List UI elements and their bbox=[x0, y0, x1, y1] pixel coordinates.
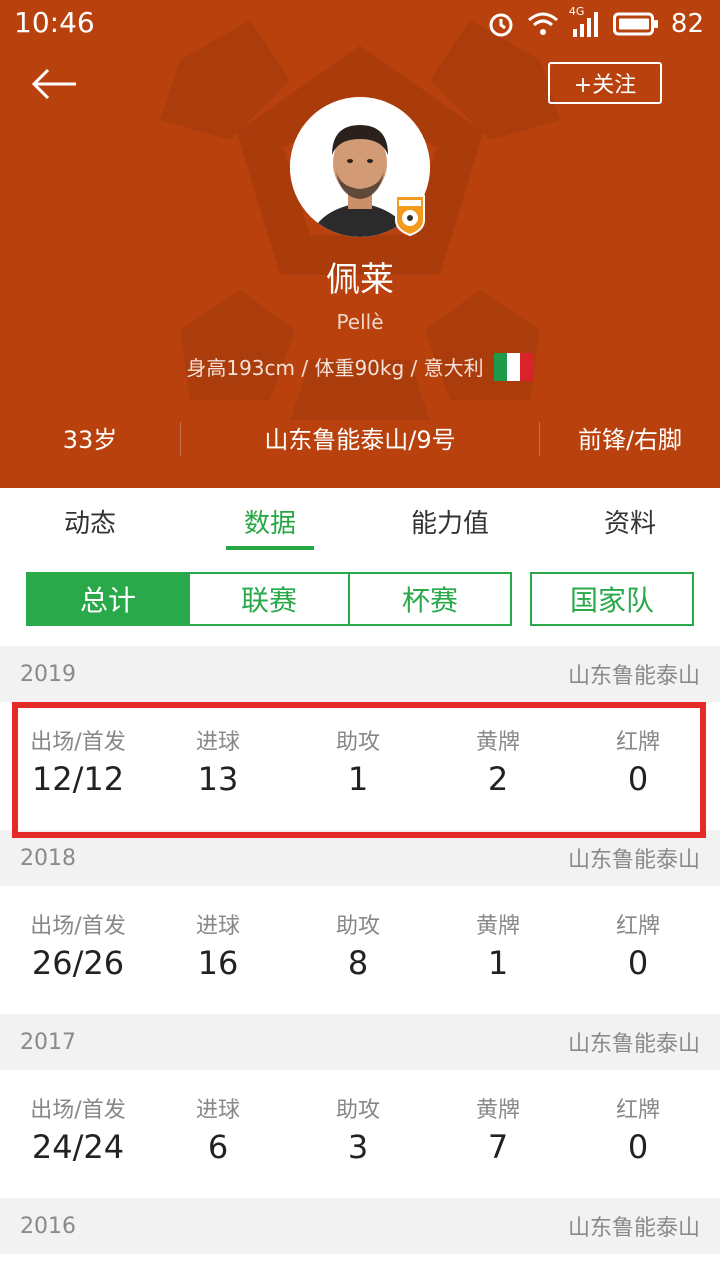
stat-value-assists: 8 bbox=[347, 944, 369, 982]
season-club: 山东鲁能泰山 bbox=[567, 848, 700, 873]
player-info-text: 身高193cm / 体重90kg / 意大利 bbox=[186, 356, 484, 380]
segment-total[interactable]: 总计 bbox=[26, 572, 190, 626]
player-name: 佩莱 bbox=[326, 260, 394, 300]
season-header: 2017 山东鲁能泰山 bbox=[0, 1014, 720, 1070]
season-year: 2017 bbox=[20, 1029, 76, 1055]
season-header: 2019 山东鲁能泰山 bbox=[0, 646, 720, 702]
segment-cup[interactable]: 杯赛 bbox=[348, 572, 512, 626]
stat-label-red-cards: 红牌 bbox=[615, 1098, 660, 1123]
stat-label-red-cards: 红牌 bbox=[615, 914, 660, 939]
segment-national-team[interactable]: 国家队 bbox=[530, 572, 694, 626]
season-stats-row: 出场/首发 26/26 进球 16 助攻 8 黄牌 1 红牌 0 bbox=[0, 886, 720, 1014]
profile-tabs: 动态 数据 能力值 资料 bbox=[0, 488, 720, 554]
back-button[interactable] bbox=[28, 62, 80, 106]
status-bar: 10:46 4G 82 bbox=[0, 0, 720, 48]
active-tab-indicator bbox=[226, 546, 314, 550]
stat-label-goals: 进球 bbox=[195, 914, 240, 939]
club-badge-icon bbox=[394, 194, 426, 237]
stat-label-yellow-cards: 黄牌 bbox=[475, 1098, 520, 1123]
season-stats-row: 出场/首发 24/24 进球 6 助攻 3 黄牌 7 红牌 0 bbox=[0, 1070, 720, 1198]
battery-level: 82 bbox=[670, 9, 704, 39]
battery-icon bbox=[612, 12, 659, 36]
stat-label-assists: 助攻 bbox=[335, 1098, 380, 1123]
player-summary-row: 33岁 山东鲁能泰山/9号 前锋/右脚 bbox=[0, 410, 720, 464]
status-time: 10:46 bbox=[14, 6, 95, 39]
stat-value-appearances: 24/24 bbox=[31, 1128, 125, 1166]
stat-label-appearances: 出场/首发 bbox=[30, 1098, 126, 1123]
player-info: 身高193cm / 体重90kg / 意大利 bbox=[0, 352, 720, 381]
player-age: 33岁 bbox=[62, 425, 118, 454]
stat-value-assists: 3 bbox=[347, 1128, 369, 1166]
stat-value-goals: 6 bbox=[207, 1128, 229, 1166]
italy-flag-icon bbox=[493, 352, 534, 381]
stat-value-red-cards: 0 bbox=[627, 944, 649, 982]
season-header: 2018 山东鲁能泰山 bbox=[0, 830, 720, 886]
tab-data[interactable]: 数据 bbox=[180, 488, 360, 554]
player-position-foot: 前锋/右脚 bbox=[577, 425, 683, 454]
alarm-icon bbox=[487, 10, 515, 38]
season-year: 2016 bbox=[20, 1213, 76, 1239]
stat-value-yellow-cards: 7 bbox=[487, 1128, 509, 1166]
stat-value-appearances: 26/26 bbox=[31, 944, 125, 982]
stat-value-goals: 16 bbox=[197, 944, 239, 982]
stat-value-red-cards: 0 bbox=[627, 1128, 649, 1166]
stat-label-yellow-cards: 黄牌 bbox=[475, 914, 520, 939]
stat-label-goals: 进球 bbox=[195, 1098, 240, 1123]
player-header: 10:46 4G 82 +关注 佩莱 Pellè 身高193cm / 体重90k… bbox=[0, 0, 720, 488]
season-header: 2016 山东鲁能泰山 bbox=[0, 1198, 720, 1254]
season-year: 2018 bbox=[20, 845, 76, 871]
stat-label-assists: 助攻 bbox=[335, 914, 380, 939]
stat-label-appearances: 出场/首发 bbox=[30, 914, 126, 939]
follow-button[interactable]: +关注 bbox=[548, 62, 662, 104]
stat-value-yellow-cards: 1 bbox=[487, 944, 509, 982]
season-club: 山东鲁能泰山 bbox=[567, 1216, 700, 1241]
competition-filter: 总计 联赛 杯赛 国家队 bbox=[26, 572, 694, 626]
tab-profile[interactable]: 资料 bbox=[540, 488, 720, 554]
tab-feed[interactable]: 动态 bbox=[0, 488, 180, 554]
season-club: 山东鲁能泰山 bbox=[567, 1032, 700, 1057]
back-arrow-icon bbox=[31, 68, 76, 100]
season-stats-row bbox=[0, 1254, 720, 1280]
cellular-signal-icon: 4G bbox=[569, 5, 601, 37]
tab-ability[interactable]: 能力值 bbox=[360, 488, 540, 554]
wifi-icon bbox=[527, 11, 559, 37]
highlight-annotation bbox=[12, 702, 706, 838]
player-name-en: Pellè bbox=[336, 310, 384, 334]
player-club-number: 山东鲁能泰山/9号 bbox=[264, 425, 456, 454]
season-club: 山东鲁能泰山 bbox=[567, 664, 700, 689]
segment-league[interactable]: 联赛 bbox=[188, 572, 350, 626]
season-year: 2019 bbox=[20, 661, 76, 687]
network-type-label: 4G bbox=[568, 5, 585, 18]
